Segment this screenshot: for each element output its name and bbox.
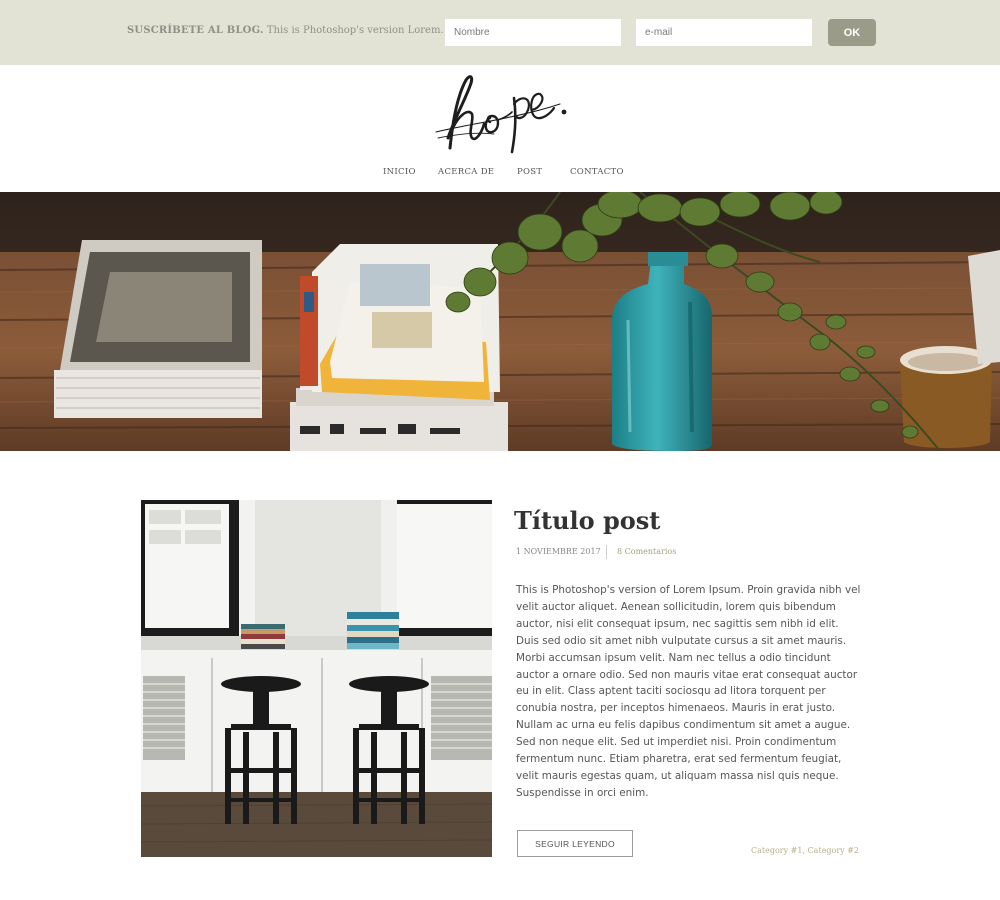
desk-books-plant-photo-icon (0, 192, 1000, 451)
read-more-button[interactable]: SEGUIR LEYENDO (517, 830, 633, 857)
ok-button[interactable]: OK (828, 19, 876, 46)
post-image[interactable] (141, 500, 492, 857)
nav-item-inicio[interactable]: INICIO (383, 167, 416, 177)
category-link[interactable]: Category #2 (808, 846, 859, 855)
logo[interactable] (428, 68, 578, 154)
comments-link[interactable]: 8 Comentarios (617, 547, 676, 556)
hope-script-logo-icon (435, 75, 567, 154)
subscribe-bar: SUSCRÍBETE AL BLOG. This is Photoshop's … (0, 0, 1000, 65)
hero-image (0, 192, 1000, 451)
post-excerpt: This is Photoshop's version of Lorem Ips… (516, 584, 861, 799)
post-title[interactable]: Título post (514, 506, 660, 535)
post-date: 1 NOVIEMBRE 2017 (516, 547, 601, 556)
nav-item-post[interactable]: POST (517, 167, 542, 177)
post-categories: Category #1, Category #2 (751, 846, 859, 855)
subscribe-text: SUSCRÍBETE AL BLOG. This is Photoshop's … (127, 25, 444, 36)
email-field[interactable] (636, 19, 812, 46)
meta-divider (606, 545, 607, 559)
subscribe-label: SUSCRÍBETE AL BLOG. (127, 25, 264, 36)
nav-item-contacto[interactable]: CONTACTO (570, 167, 624, 177)
subscribe-description: This is Photoshop's version Lorem. (266, 25, 444, 36)
nav-item-acerca-de[interactable]: ACERCA DE (438, 167, 494, 177)
window-stools-photo-icon (141, 500, 492, 857)
category-link[interactable]: Category #1 (751, 846, 802, 855)
main-nav: INICIO ACERCA DE POST CONTACTO (0, 167, 1000, 181)
name-field[interactable] (445, 19, 621, 46)
